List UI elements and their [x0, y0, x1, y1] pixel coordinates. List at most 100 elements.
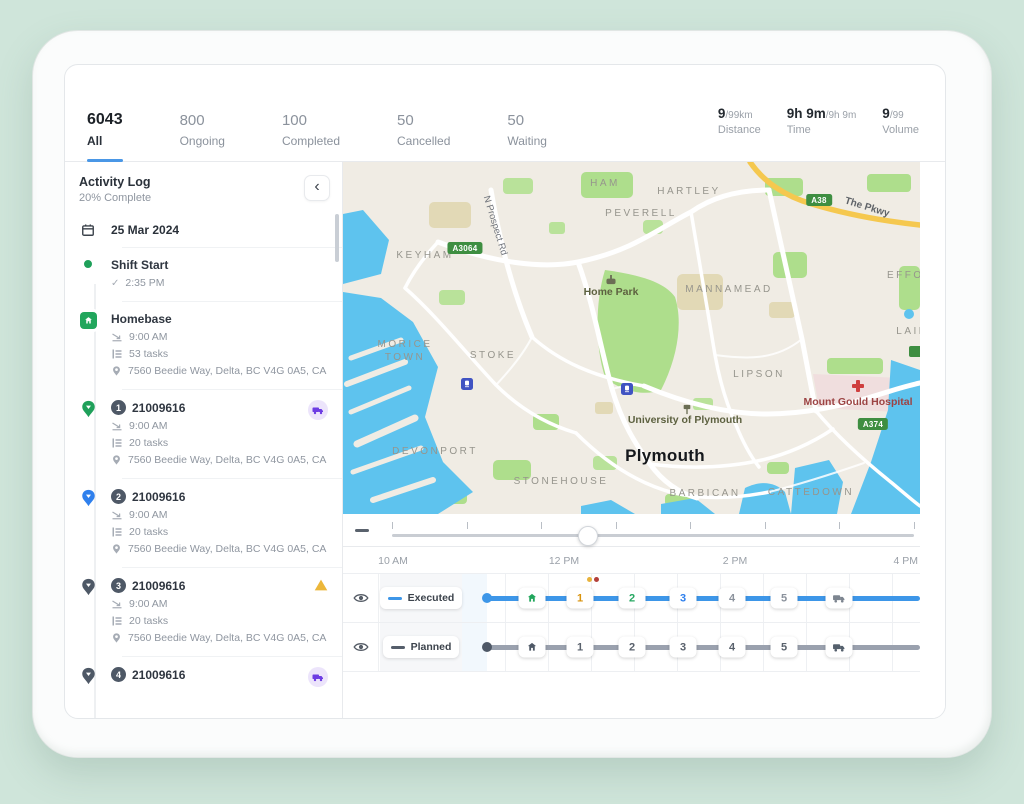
planned-legend: Planned	[380, 623, 462, 671]
map-area-stoke: STOKE	[470, 350, 516, 361]
tab-cancelled[interactable]: 50 Cancelled	[397, 65, 450, 161]
entry-stop-3[interactable]: 321009616 9:00 AM 20 tasks 7560 Beedie W…	[65, 568, 342, 656]
tab-ongoing-label: Ongoing	[180, 134, 225, 148]
tab-cancelled-count: 50	[397, 112, 450, 129]
executed-stop-1[interactable]: 1	[567, 588, 594, 609]
executed-vehicle-marker[interactable]	[826, 588, 853, 609]
arrival-time-icon	[111, 509, 123, 521]
scrubber-tick	[690, 522, 691, 529]
entry-address: 7560 Beedie Way, Delta, BC V4G 0A5, CA	[128, 365, 326, 377]
entry-time: 9:00 AM	[129, 331, 168, 343]
map-area-keyham: KEYHAM	[396, 250, 453, 261]
executed-color-dash	[388, 597, 402, 600]
planned-stop-4[interactable]: 4	[719, 637, 746, 658]
summary-stats: 9/99km Distance 9h 9m/9h 9m Time 9/99 Vo…	[718, 106, 919, 136]
executed-legend-chip[interactable]: Executed	[380, 587, 463, 609]
arrival-time-icon	[111, 331, 123, 343]
tab-completed-label: Completed	[282, 134, 340, 148]
entry-stop-4[interactable]: 421009616	[65, 657, 342, 697]
tab-ongoing[interactable]: 800 Ongoing	[180, 65, 225, 161]
map-area-laira: LAIRA	[896, 326, 920, 337]
volume-label: Volume	[882, 124, 919, 136]
stat-volume: 9/99 Volume	[882, 106, 919, 136]
road-shield-a38: A38	[806, 194, 832, 206]
map-area-morice-town: MORICE TOWN	[368, 338, 442, 364]
entry-address: 7560 Beedie Way, Delta, BC V4G 0A5, CA	[128, 632, 326, 644]
planned-stop-1[interactable]: 1	[567, 637, 594, 658]
tasks-icon	[111, 526, 123, 538]
truck-icon	[833, 593, 846, 603]
check-icon: ✓	[111, 278, 119, 289]
planned-vehicle-marker[interactable]	[826, 637, 853, 658]
road-shield-clipped	[909, 346, 920, 357]
tab-all[interactable]: 6043 All	[87, 65, 123, 161]
executed-stop-3[interactable]: 3	[670, 588, 697, 609]
volume-value: 9	[882, 106, 890, 121]
arrival-time-icon	[111, 598, 123, 610]
tab-waiting-count: 50	[507, 112, 547, 129]
collapse-timeline-handle[interactable]	[355, 529, 369, 532]
tab-completed[interactable]: 100 Completed	[282, 65, 340, 161]
time-axis: 10 AM 12 PM 2 PM 4 PM	[343, 547, 920, 573]
arrival-time-icon	[111, 420, 123, 432]
tab-waiting[interactable]: 50 Waiting	[507, 65, 547, 161]
entry-tasks: 20 tasks	[129, 615, 168, 627]
scrubber-track[interactable]	[392, 534, 914, 537]
scrubber-tick	[467, 522, 468, 529]
axis-label-10am: 10 AM	[378, 555, 408, 567]
planned-stop-2[interactable]: 2	[619, 637, 646, 658]
entry-stop-2[interactable]: 221009616 9:00 AM 20 tasks 7560 Beedie W…	[65, 479, 342, 567]
planned-route-line	[487, 645, 920, 650]
entry-homebase[interactable]: Homebase 9:00 AM 53 tasks 7560 Beedie Wa…	[65, 302, 342, 389]
date-row[interactable]: 25 Mar 2024	[65, 212, 342, 247]
activity-log-heading: Activity Log 20% Complete	[79, 175, 151, 204]
scrubber-handle[interactable]	[578, 526, 598, 546]
planned-home-marker[interactable]	[519, 637, 546, 658]
planned-visibility-toggle[interactable]	[343, 623, 379, 671]
tasks-icon	[111, 348, 123, 360]
time-max: /9h 9m	[826, 110, 857, 121]
planned-legend-chip[interactable]: Planned	[383, 636, 460, 658]
header: 6043 All 800 Ongoing 100 Completed 50 Ca…	[65, 65, 945, 162]
road-shield-a3064: A3064	[447, 242, 482, 254]
executed-home-marker[interactable]	[519, 588, 546, 609]
executed-stop-2[interactable]: 2	[619, 588, 646, 609]
sidebar-scrollbar[interactable]	[335, 214, 339, 262]
entry-title: Shift Start	[111, 258, 168, 272]
executed-stop-5[interactable]: 5	[771, 588, 798, 609]
scrubber-tick	[616, 522, 617, 529]
activity-list: 25 Mar 2024 Shift Start ✓ 2:35 PM Homebas…	[65, 212, 342, 697]
entry-stop-1[interactable]: 121009616 9:00 AM 20 tasks 7560 Beedie W…	[65, 390, 342, 478]
entry-time: 2:35 PM	[125, 277, 164, 289]
planned-stop-5[interactable]: 5	[771, 637, 798, 658]
map-city-label: Plymouth	[625, 446, 705, 466]
stat-distance: 9/99km Distance	[718, 106, 761, 136]
map[interactable]: HAM HARTLEY PEVERELL KEYHAM MANNAMEAD EF…	[343, 162, 920, 514]
scrubber-tick	[765, 522, 766, 529]
stop-pin-icon-green	[81, 400, 96, 418]
homebase-icon	[80, 312, 97, 329]
tab-completed-count: 100	[282, 112, 340, 129]
planned-color-dash	[391, 646, 405, 649]
collapse-panel-button[interactable]: ‹	[304, 175, 330, 201]
entry-shift-start[interactable]: Shift Start ✓ 2:35 PM	[65, 248, 342, 301]
truck-status-icon	[308, 400, 328, 420]
executed-visibility-toggle[interactable]	[343, 574, 379, 622]
volume-max: /99	[890, 110, 904, 121]
stop-number-badge: 4	[111, 667, 126, 682]
location-icon	[111, 454, 122, 466]
entry-title: 21009616	[132, 401, 185, 415]
stat-time: 9h 9m/9h 9m Time	[787, 106, 857, 136]
tasks-icon	[111, 615, 123, 627]
tasks-icon	[111, 437, 123, 449]
planned-stop-3[interactable]: 3	[670, 637, 697, 658]
tab-waiting-label: Waiting	[507, 134, 547, 148]
executed-stop-4[interactable]: 4	[719, 588, 746, 609]
executed-legend: Executed	[380, 574, 462, 622]
entry-tasks: 53 tasks	[129, 348, 168, 360]
calendar-icon	[81, 223, 95, 237]
scrubber-tick	[914, 522, 915, 529]
map-poi-home-park: Home Park	[584, 286, 639, 298]
location-icon	[111, 543, 122, 555]
stop-number-badge: 1	[111, 400, 126, 415]
